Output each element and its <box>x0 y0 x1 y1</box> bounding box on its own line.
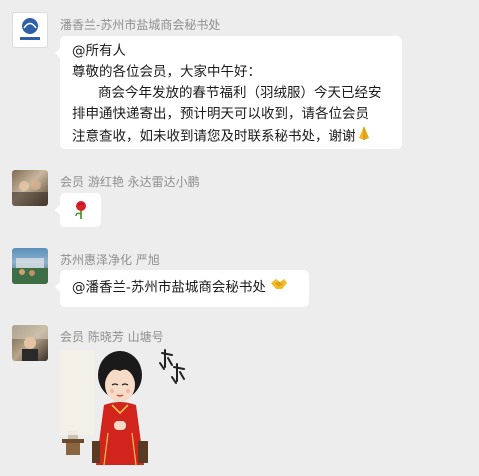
avatar-member-you[interactable] <box>12 170 48 206</box>
mention-all[interactable]: @所有人 <box>72 41 394 62</box>
sender-name: 会员 游红艳 永达雷达小鹏 <box>60 175 200 189</box>
photo-avatar-icon <box>12 325 48 361</box>
photo-avatar-icon <box>12 180 48 206</box>
avatar-member-chen[interactable] <box>12 325 48 361</box>
sender-name: 会员 陈晓芳 山塘号 <box>60 330 164 344</box>
message-line: 注意查收，如未收到请您及时联系秘书处，谢谢 <box>72 125 394 148</box>
rose-emoji-icon <box>72 200 90 227</box>
thank-you-sticker[interactable] <box>60 345 195 470</box>
avatar-secretariat[interactable] <box>12 12 48 48</box>
message-line: 商会今年发放的春节福利（羽绒服）今天已经安 <box>98 85 382 101</box>
message-line: 尊敬的各位会员，大家中午好： <box>72 64 261 80</box>
emoji-bubble[interactable] <box>55 193 101 227</box>
sender-name: 潘香兰-苏州市盐城商会秘书处 <box>60 18 221 32</box>
message-line-text: 注意查收，如未收到请您及时联系秘书处，谢谢 <box>72 128 356 145</box>
message-line: 排申通快递寄出，预计明天可以收到，请各位会员 <box>72 106 369 122</box>
girl-bowing-sticker-icon <box>60 349 185 466</box>
message-bubble[interactable]: @所有人 尊敬的各位会员，大家中午好： 商会今年发放的春节福利（羽绒服）今天已经… <box>55 36 402 149</box>
message-bubble[interactable]: @潘香兰-苏州市盐城商会秘书处 <box>55 270 309 307</box>
mention-link[interactable]: @潘香兰-苏州市盐城商会秘书处 <box>72 280 266 296</box>
photo-avatar-icon <box>12 258 48 284</box>
pray-emoji-icon <box>356 125 372 148</box>
chamber-logo-icon <box>20 18 40 40</box>
sender-name: 苏州惠泽净化 严旭 <box>60 253 160 267</box>
avatar-huize[interactable] <box>12 248 48 284</box>
handshake-emoji-icon <box>270 277 288 298</box>
